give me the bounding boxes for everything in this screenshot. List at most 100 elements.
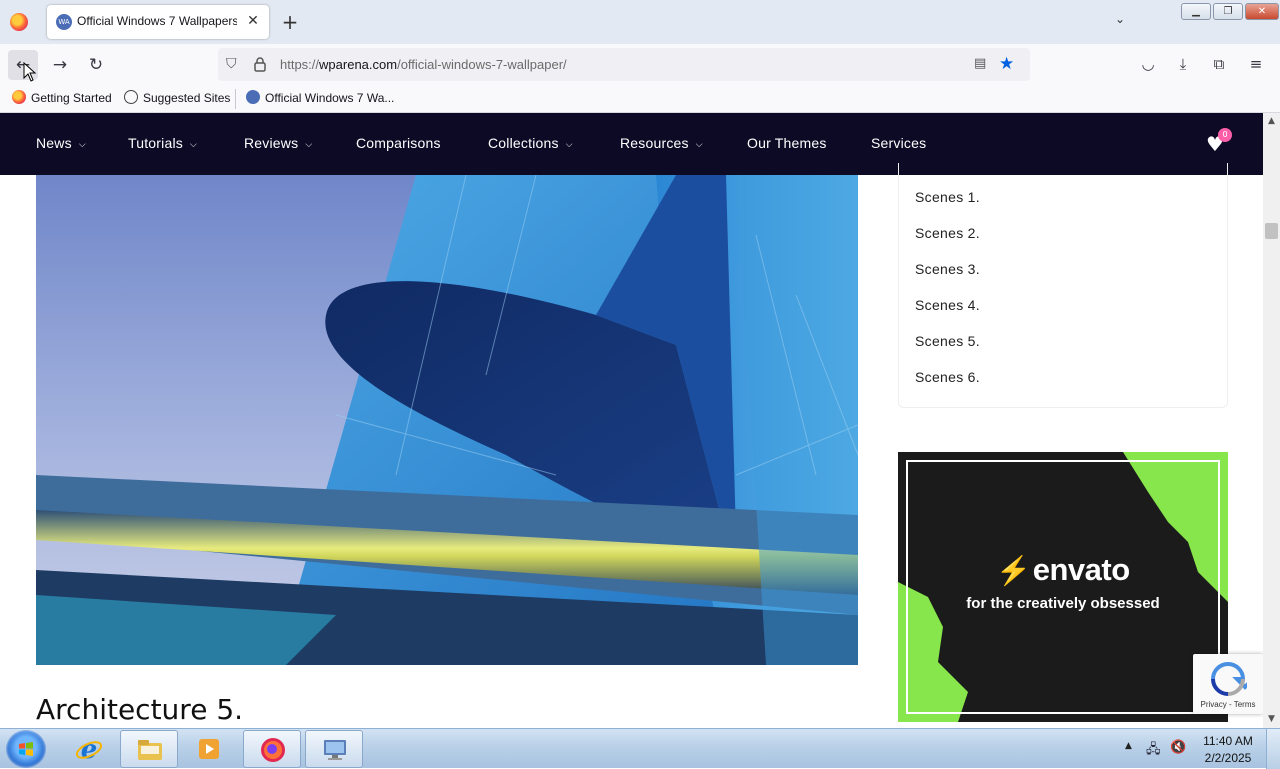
media-player-icon xyxy=(199,739,219,759)
web-page: News ⌵ Tutorials ⌵ Reviews ⌵ Comparisons Co… xyxy=(0,113,1263,728)
wishlist-count-badge: 0 xyxy=(1218,128,1232,142)
bookmark-separator xyxy=(235,89,236,109)
mouse-cursor-icon xyxy=(23,62,37,82)
taskbar-remote-desktop[interactable] xyxy=(305,730,363,768)
bookmark-official-windows-7[interactable]: Official Windows 7 Wa... xyxy=(246,90,394,108)
reload-button[interactable]: ↻ xyxy=(81,50,111,80)
pocket-icon[interactable]: ◡ xyxy=(1138,55,1158,75)
menu-label: Services xyxy=(871,135,927,151)
window-close-button[interactable]: ✕ xyxy=(1245,3,1279,20)
toc-item[interactable]: Scenes 6. xyxy=(915,369,980,385)
window-minimize-button[interactable]: ▁ xyxy=(1181,3,1211,20)
menu-services[interactable]: Services xyxy=(871,135,926,151)
bookmark-star-icon[interactable]: ★ xyxy=(999,54,1019,74)
taskbar-firefox[interactable] xyxy=(243,730,301,768)
tab-active[interactable]: WA Official Windows 7 Wallpapers ✕ xyxy=(47,5,269,39)
recaptcha-links[interactable]: Privacy - Terms xyxy=(1193,700,1263,709)
menu-our-themes[interactable]: Our Themes xyxy=(747,135,827,151)
navigation-toolbar: ← → ↻ ⛉ https://wparena.com/official-win… xyxy=(0,44,1280,85)
menu-label: Reviews xyxy=(244,135,299,151)
page-scrollbar[interactable]: ▲ ▼ xyxy=(1263,113,1280,728)
bookmark-label: Getting Started xyxy=(31,91,112,105)
taskbar-file-explorer[interactable] xyxy=(120,730,178,768)
forward-button[interactable]: → xyxy=(45,50,75,80)
url-scheme: https:// xyxy=(280,57,320,72)
bookmark-label: Official Windows 7 Wa... xyxy=(265,91,395,105)
scrollbar-thumb[interactable] xyxy=(1265,223,1278,239)
wparena-favicon-icon xyxy=(246,90,260,104)
taskbar-media-player[interactable] xyxy=(180,730,238,768)
toc-item[interactable]: Scenes 3. xyxy=(915,261,980,277)
menu-comparisons[interactable]: Comparisons xyxy=(356,135,441,151)
windows-taskbar: e ▲ 🖧 🔇 11:40 AM 2/2/2025 xyxy=(0,728,1280,769)
show-desktop-button[interactable] xyxy=(1266,729,1280,769)
title-bar: WA Official Windows 7 Wallpapers ✕ + ⌄ ▁… xyxy=(0,0,1280,44)
hamburger-menu-icon[interactable]: ≡ xyxy=(1246,55,1266,75)
reader-view-icon[interactable]: ▤ xyxy=(974,56,990,72)
start-button[interactable] xyxy=(6,730,46,768)
menu-tutorials[interactable]: Tutorials ⌵ xyxy=(128,135,197,151)
firefox-icon xyxy=(261,738,285,762)
chevron-down-icon: ⌵ xyxy=(78,139,86,149)
taskbar-internet-explorer[interactable]: e xyxy=(60,730,118,768)
menu-label: Collections xyxy=(488,135,559,151)
chevron-down-icon: ⌵ xyxy=(695,139,703,149)
bookmarks-toolbar: Getting Started Suggested Sites Official… xyxy=(0,85,1280,113)
url-path: /official-windows-7-wallpaper/ xyxy=(397,57,567,72)
show-hidden-icons-icon[interactable]: ▲ xyxy=(1125,741,1132,751)
windows-flag-icon xyxy=(19,742,33,756)
chevron-down-icon: ⌵ xyxy=(189,139,197,149)
recaptcha-icon xyxy=(1211,662,1247,696)
computer-icon xyxy=(324,740,346,760)
table-of-contents: Scenes 1. Scenes 2. Scenes 3. Scenes 4. … xyxy=(898,163,1228,408)
ad-tagline: for the creatively obsessed xyxy=(966,595,1160,612)
clock-time[interactable]: 11:40 AM xyxy=(1198,734,1258,748)
network-icon[interactable]: 🖧 xyxy=(1146,740,1164,757)
tab-close-icon[interactable]: ✕ xyxy=(244,12,262,30)
bookmark-suggested-sites[interactable]: Suggested Sites xyxy=(124,90,230,108)
url-domain: wparena.com xyxy=(319,57,398,72)
envato-logo: ⚡envato xyxy=(898,552,1228,588)
new-tab-button[interactable]: + xyxy=(280,10,300,34)
download-icon[interactable]: ⤓ xyxy=(1173,55,1193,75)
tab-favicon-icon: WA xyxy=(56,14,72,30)
envato-ad-banner[interactable]: ⚡envato for the creatively obsessed xyxy=(898,452,1228,722)
recaptcha-badge[interactable]: Privacy - Terms xyxy=(1193,654,1263,714)
envato-leaf-icon: ⚡ xyxy=(996,555,1031,586)
chevron-down-icon: ⌵ xyxy=(565,139,573,149)
article-heading: Architecture 5. xyxy=(36,693,244,726)
toc-item[interactable]: Scenes 2. xyxy=(915,225,980,241)
clock-date[interactable]: 2/2/2025 xyxy=(1198,751,1258,765)
firefox-icon[interactable] xyxy=(10,13,28,31)
tab-title: Official Windows 7 Wallpapers xyxy=(77,14,237,28)
extensions-icon[interactable]: ⧉ xyxy=(1209,55,1229,75)
menu-label: Our Themes xyxy=(747,135,827,151)
menu-news[interactable]: News ⌵ xyxy=(36,135,86,151)
menu-label: Tutorials xyxy=(128,135,183,151)
tracking-shield-icon[interactable]: ⛉ xyxy=(226,56,242,73)
scroll-up-arrow-icon[interactable]: ▲ xyxy=(1263,113,1280,130)
scroll-down-arrow-icon[interactable]: ▼ xyxy=(1263,711,1280,728)
bookmark-label: Suggested Sites xyxy=(143,91,231,105)
chevron-down-icon: ⌵ xyxy=(305,139,313,149)
internet-explorer-icon: e xyxy=(75,736,103,762)
bookmark-getting-started[interactable]: Getting Started xyxy=(12,90,112,108)
menu-label: Resources xyxy=(620,135,689,151)
toc-item[interactable]: Scenes 1. xyxy=(915,189,980,205)
lock-icon[interactable] xyxy=(252,56,268,73)
folder-icon xyxy=(138,740,162,760)
menu-collections[interactable]: Collections ⌵ xyxy=(488,135,573,151)
menu-label: News xyxy=(36,135,72,151)
menu-reviews[interactable]: Reviews ⌵ xyxy=(244,135,312,151)
menu-resources[interactable]: Resources ⌵ xyxy=(620,135,703,151)
window-maximize-button[interactable]: ❐ xyxy=(1213,3,1243,20)
menu-label: Comparisons xyxy=(356,135,441,151)
tab-list-chevron-icon[interactable]: ⌄ xyxy=(1110,12,1130,32)
toc-item[interactable]: Scenes 5. xyxy=(915,333,980,349)
url-text[interactable]: https://wparena.com/official-windows-7-w… xyxy=(280,57,567,72)
toc-item[interactable]: Scenes 4. xyxy=(915,297,980,313)
globe-icon xyxy=(124,90,138,104)
volume-muted-icon[interactable]: 🔇 xyxy=(1170,740,1188,756)
url-bar[interactable]: ⛉ https://wparena.com/official-windows-7… xyxy=(218,48,1030,81)
firefox-icon xyxy=(12,90,26,104)
